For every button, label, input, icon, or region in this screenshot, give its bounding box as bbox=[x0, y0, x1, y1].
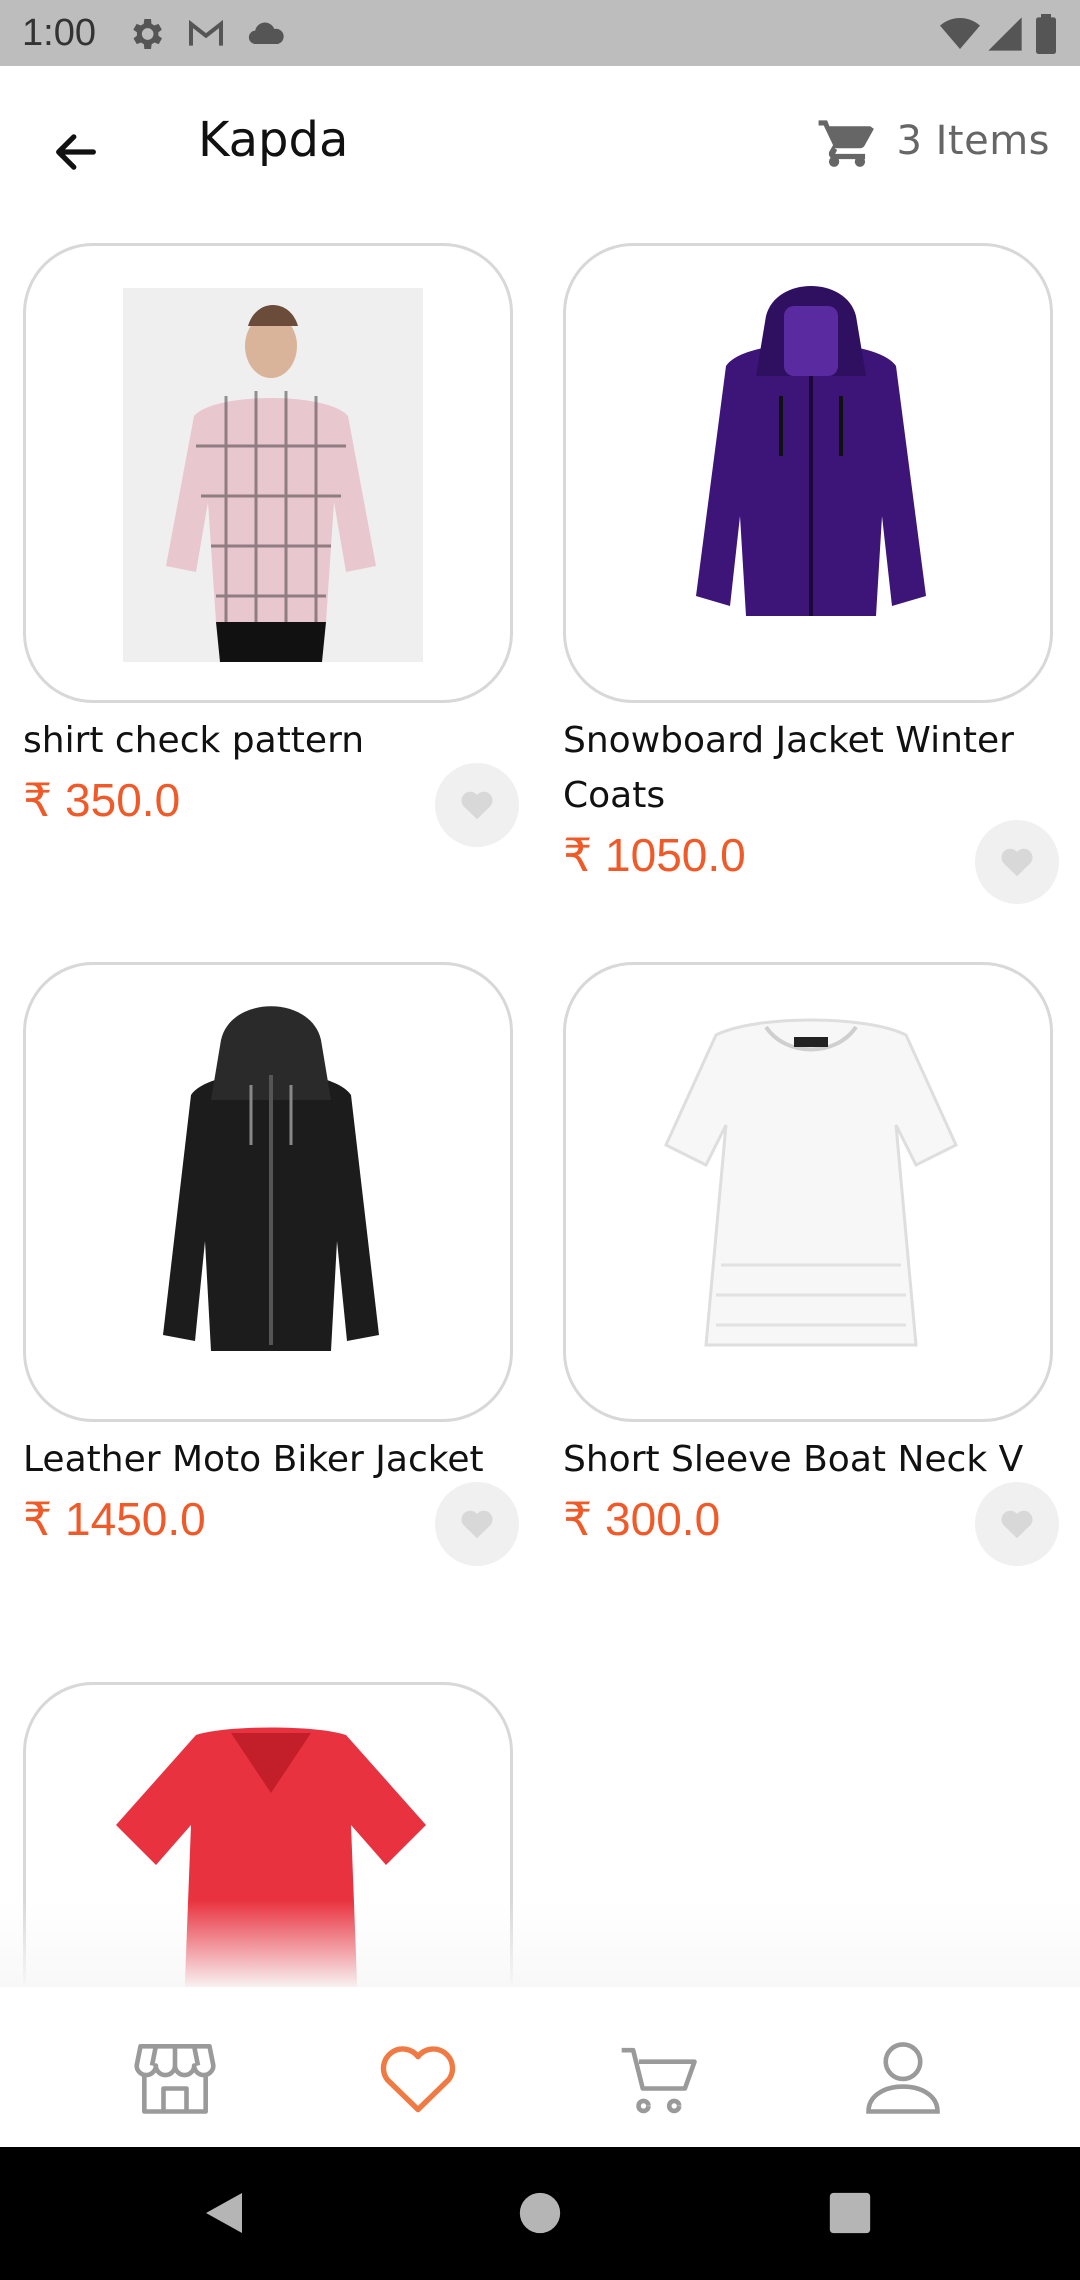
product-image-frame[interactable] bbox=[563, 962, 1053, 1422]
white-top-image bbox=[664, 1018, 958, 1347]
heart-icon bbox=[1001, 1510, 1033, 1539]
gmail-icon bbox=[189, 19, 223, 46]
product-name: shirt check pattern bbox=[23, 720, 365, 761]
product-name: Leather Moto Biker Jacket bbox=[23, 1439, 484, 1480]
product-card[interactable]: Snowboard Jacket Winter Coats ₹ 1050.0 bbox=[563, 243, 1063, 923]
scroll-fade bbox=[0, 1900, 1080, 1990]
favorite-button[interactable] bbox=[435, 763, 519, 847]
product-image-frame[interactable] bbox=[23, 243, 513, 703]
status-bar: 1:00 bbox=[0, 0, 1080, 66]
favorite-button[interactable] bbox=[975, 1482, 1059, 1566]
product-price: ₹ 1450.0 bbox=[23, 1493, 206, 1545]
arrow-left-icon bbox=[56, 134, 96, 170]
cart-summary-button[interactable]: 3 Items bbox=[816, 110, 1050, 172]
favorite-button[interactable] bbox=[975, 820, 1059, 904]
nav-favorites-button[interactable] bbox=[368, 2027, 468, 2127]
system-back-button[interactable] bbox=[192, 2181, 256, 2245]
profile-icon bbox=[866, 2042, 940, 2114]
product-name: Short Sleeve Boat Neck V bbox=[563, 1439, 1024, 1480]
settings-icon bbox=[133, 19, 162, 49]
system-home-button[interactable] bbox=[508, 2181, 572, 2245]
heart-icon bbox=[461, 791, 493, 820]
purple-jacket-image bbox=[696, 286, 926, 616]
nav-profile-button[interactable] bbox=[853, 2027, 953, 2127]
app-bar: Kapda 3 Items bbox=[0, 66, 1080, 226]
square-recents-icon bbox=[829, 2192, 871, 2234]
heart-icon bbox=[380, 2046, 456, 2113]
product-card[interactable]: shirt check pattern ₹ 350.0 bbox=[23, 243, 523, 883]
bottom-navigation bbox=[0, 1987, 1080, 2147]
black-leather-jacket-image bbox=[163, 1006, 379, 1351]
triangle-back-icon bbox=[206, 2193, 242, 2233]
favorite-button[interactable] bbox=[435, 1482, 519, 1566]
nav-store-button[interactable] bbox=[125, 2027, 225, 2127]
shopping-cart-icon bbox=[819, 120, 875, 167]
nav-cart-button[interactable] bbox=[610, 2027, 710, 2127]
status-time: 1:00 bbox=[22, 12, 96, 54]
page-title: Kapda bbox=[198, 112, 349, 168]
wifi-icon bbox=[940, 18, 980, 49]
battery-icon bbox=[1036, 14, 1056, 54]
product-price: ₹ 300.0 bbox=[563, 1493, 721, 1545]
cart-icon bbox=[621, 2047, 697, 2114]
store-icon bbox=[134, 2044, 216, 2114]
product-name: Snowboard Jacket Winter Coats bbox=[563, 720, 1014, 816]
product-image-frame[interactable] bbox=[23, 962, 513, 1422]
product-price: ₹ 1050.0 bbox=[563, 829, 746, 881]
circle-home-icon bbox=[519, 2192, 561, 2234]
cloud-icon bbox=[248, 22, 284, 45]
signal-icon bbox=[988, 17, 1022, 51]
cart-items-count: 3 Items bbox=[896, 118, 1050, 164]
system-recents-button[interactable] bbox=[818, 2181, 882, 2245]
product-price: ₹ 350.0 bbox=[23, 774, 181, 826]
heart-icon bbox=[461, 1510, 493, 1539]
heart-icon bbox=[1001, 848, 1033, 877]
product-card[interactable]: Short Sleeve Boat Neck V ₹ 300.0 bbox=[563, 962, 1063, 1602]
checked-shirt-image bbox=[123, 288, 423, 662]
product-card[interactable]: Leather Moto Biker Jacket ₹ 1450.0 bbox=[23, 962, 523, 1602]
back-button[interactable] bbox=[40, 116, 112, 188]
product-image-frame[interactable] bbox=[563, 243, 1053, 703]
system-navigation-bar bbox=[0, 2147, 1080, 2280]
